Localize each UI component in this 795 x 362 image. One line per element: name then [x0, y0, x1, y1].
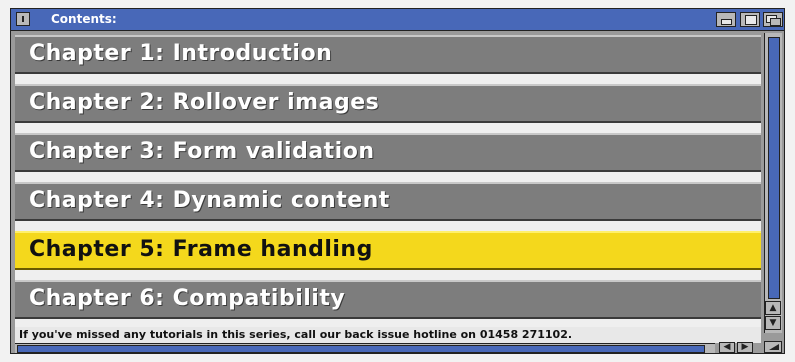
contents-window: Contents: Chapter 1: Introduction Chapte…: [10, 8, 785, 354]
resize-icon[interactable]: [764, 341, 782, 353]
chapter-6-link[interactable]: Chapter 6: Compatibility: [15, 280, 761, 319]
arrow-down-icon[interactable]: ▼: [765, 316, 781, 330]
chapter-2-link[interactable]: Chapter 2: Rollover images: [15, 84, 761, 123]
close-icon[interactable]: [16, 12, 30, 26]
horizontal-scrollbar[interactable]: [15, 343, 715, 353]
chapter-3-link[interactable]: Chapter 3: Form validation: [15, 133, 761, 172]
chapter-list: Chapter 1: Introduction Chapter 2: Rollo…: [15, 35, 761, 331]
vertical-scrollbar[interactable]: ▲ ▼: [764, 33, 782, 333]
zoom-icon[interactable]: [740, 12, 760, 27]
iconify-icon[interactable]: [716, 12, 736, 27]
vertical-scroll-thumb[interactable]: [768, 37, 780, 299]
chapter-5-link[interactable]: Chapter 5: Frame handling: [15, 231, 761, 270]
chapter-4-link[interactable]: Chapter 4: Dynamic content: [15, 182, 761, 221]
horizontal-scroll-thumb[interactable]: [17, 345, 705, 353]
chapter-1-link[interactable]: Chapter 1: Introduction: [15, 35, 761, 74]
title-bar[interactable]: Contents:: [11, 9, 784, 31]
arrow-left-icon[interactable]: ◀: [719, 342, 735, 353]
window-title: Contents:: [51, 12, 117, 26]
arrow-up-icon[interactable]: ▲: [765, 301, 781, 315]
arrow-right-icon[interactable]: ▶: [737, 342, 753, 353]
depth-icon[interactable]: [763, 12, 783, 27]
footer-note: If you've missed any tutorials in this s…: [15, 327, 761, 343]
